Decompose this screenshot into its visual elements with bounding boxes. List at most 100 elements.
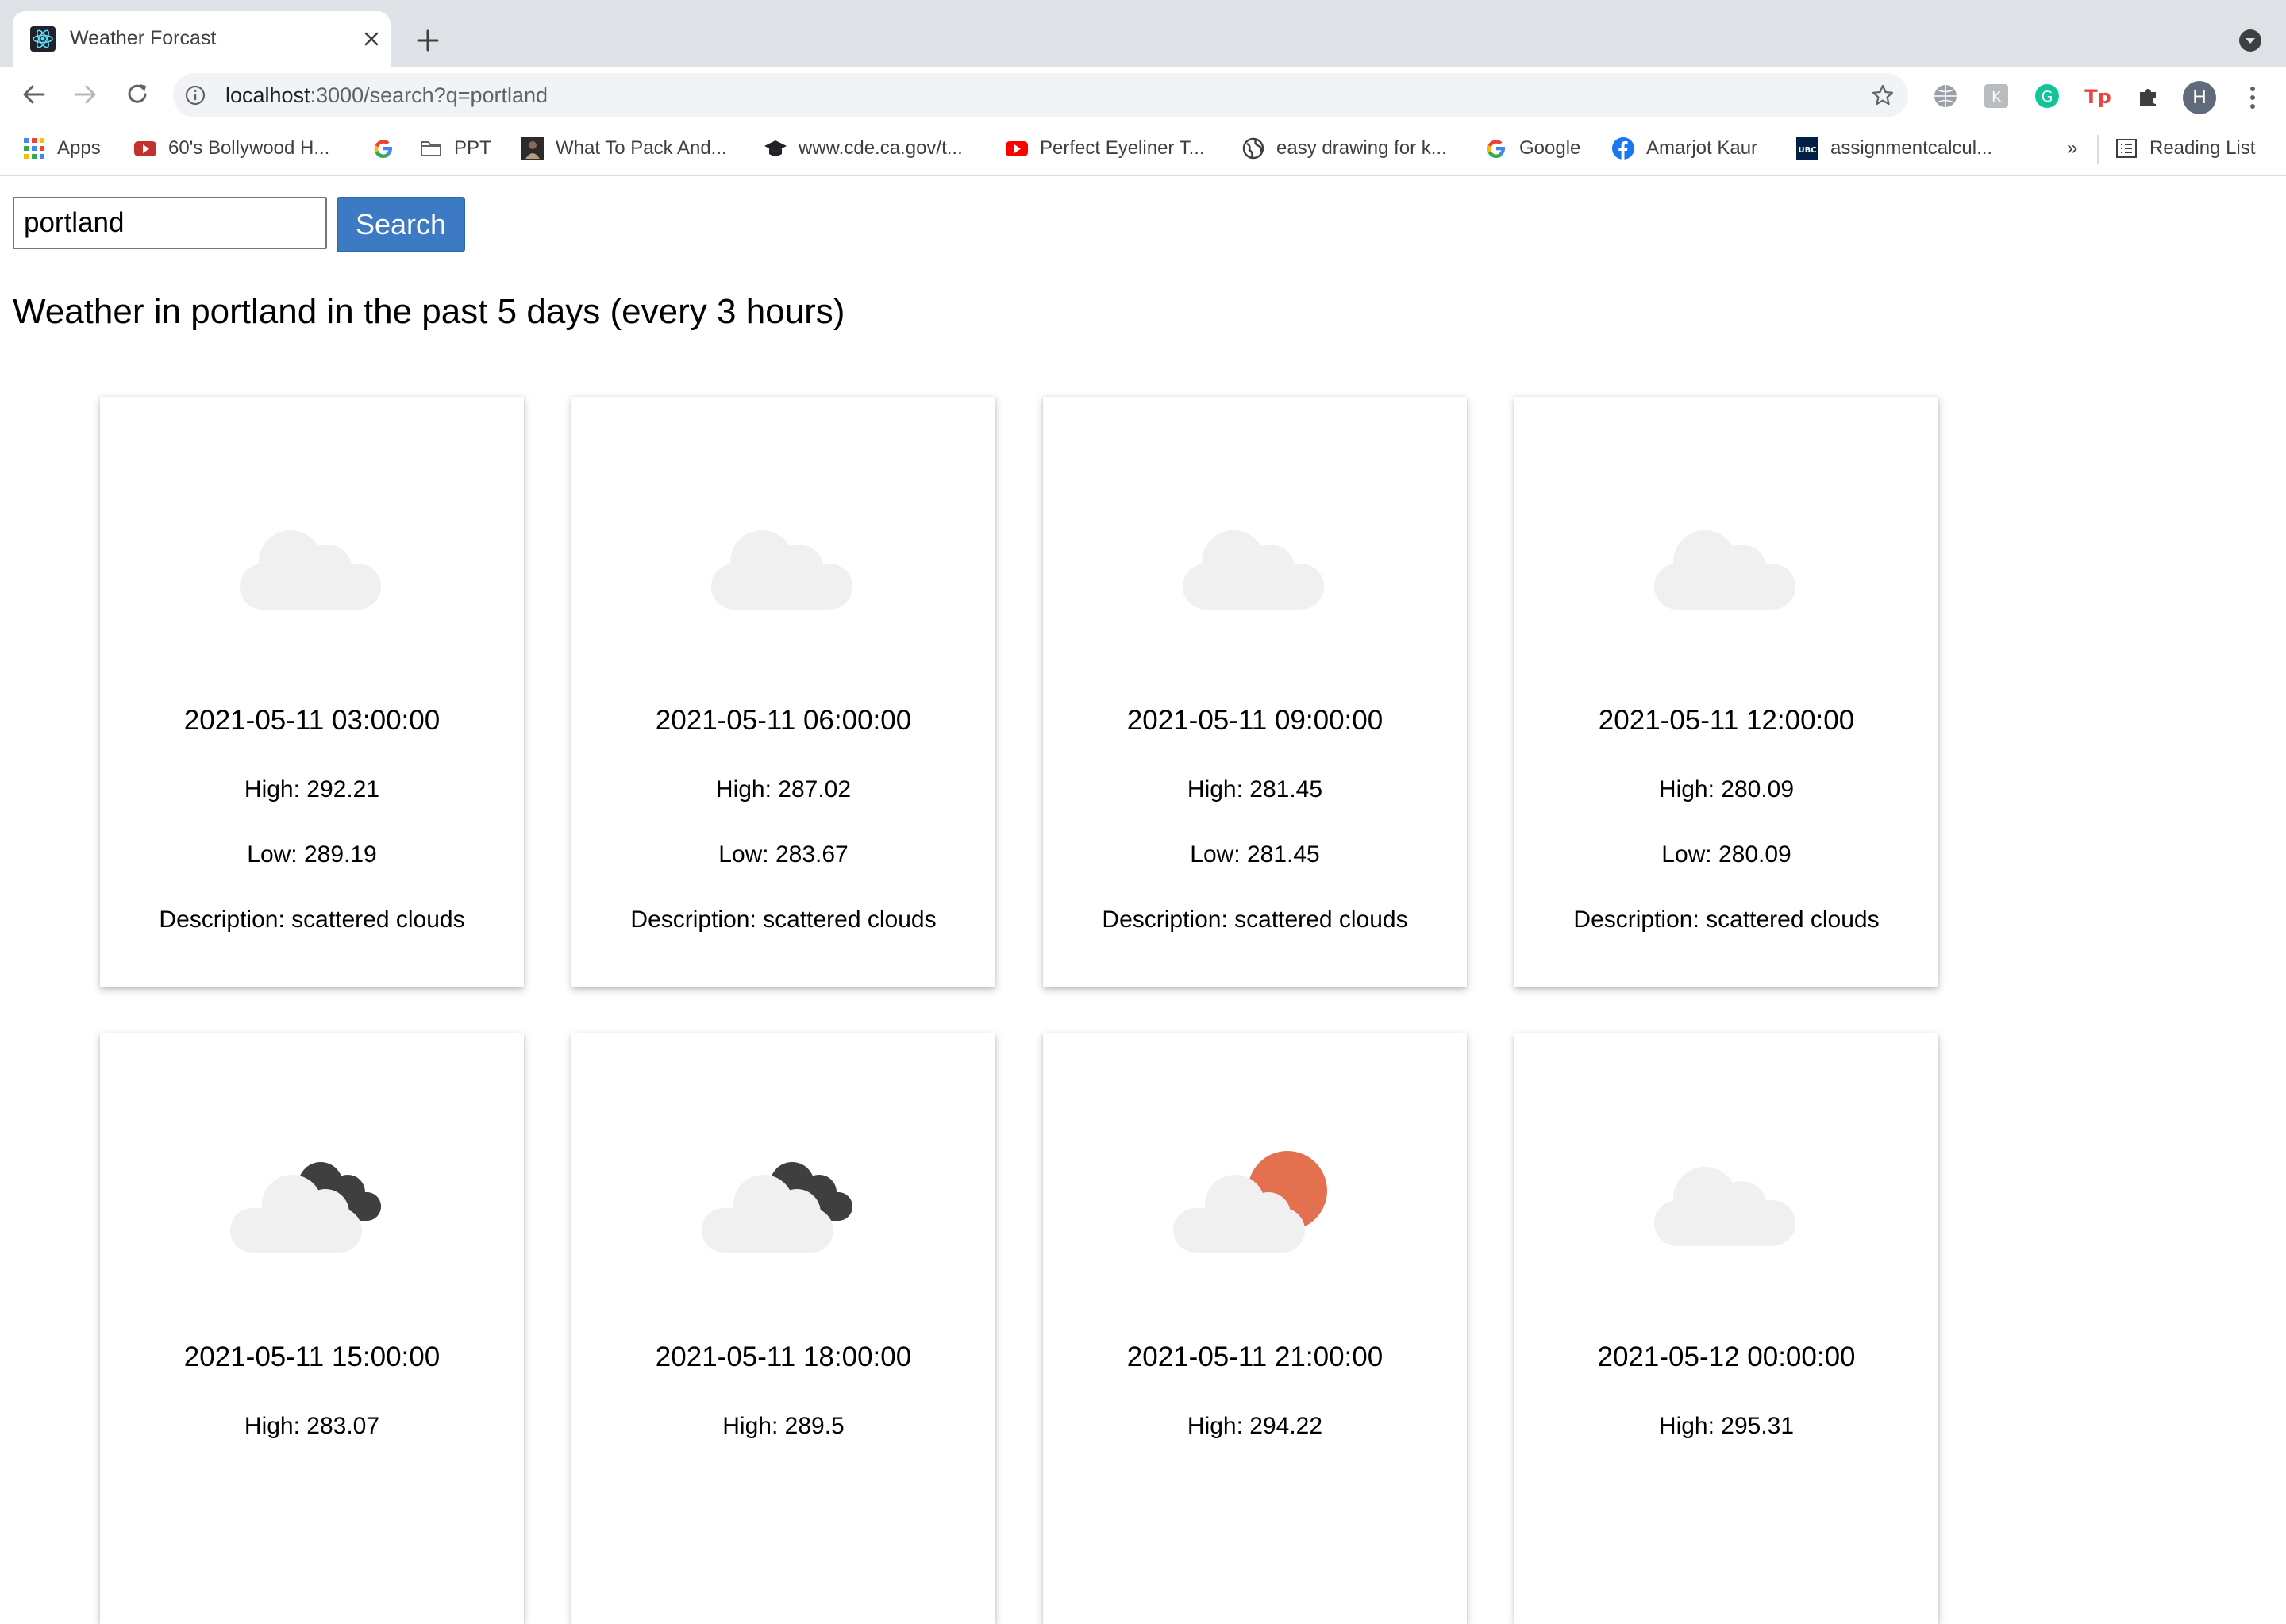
bookmarks-divider xyxy=(2097,135,2099,164)
tab-search-icon[interactable] xyxy=(2237,27,2264,54)
bookmark-easy-drawing[interactable]: easy drawing for k... xyxy=(1241,122,1447,175)
bookmark-google[interactable] xyxy=(371,122,406,175)
cloud-sun-icon xyxy=(1173,1151,1327,1253)
cloud-icon xyxy=(1654,530,1795,610)
forecast-time: 2021-05-11 21:00:00 xyxy=(1126,1341,1384,1372)
search-button[interactable]: Search xyxy=(337,197,465,252)
search-input[interactable] xyxy=(13,197,327,249)
react-favicon-icon xyxy=(30,26,56,52)
extensions-puzzle-icon[interactable] xyxy=(2135,83,2162,110)
bookmarks-bar: Apps 60's Bollywood H... PPT What To Pac… xyxy=(0,122,2286,176)
bookmark-what-to-pack[interactable]: What To Pack And... xyxy=(521,122,727,175)
globe-icon xyxy=(1242,137,1264,160)
forward-arrow-icon[interactable] xyxy=(68,78,102,111)
google-icon xyxy=(374,140,392,158)
bookmark-cde[interactable]: www.cde.ca.gov/t... xyxy=(764,122,963,175)
profile-avatar[interactable]: H xyxy=(2183,81,2216,114)
svg-text:G: G xyxy=(2042,88,2053,106)
bookmark-label: www.cde.ca.gov/t... xyxy=(799,137,963,159)
site-info-icon[interactable] xyxy=(184,84,206,106)
new-tab-icon[interactable] xyxy=(411,24,444,57)
bookmarks-overflow-button[interactable]: » xyxy=(2067,122,2077,175)
bookmark-label: Google xyxy=(1519,137,1581,159)
bookmark-label: Amarjot Kaur xyxy=(1646,137,1758,159)
graduation-cap-icon xyxy=(764,140,787,156)
forecast-card: 2021-05-11 12:00:00 High: 280.09 Low: 28… xyxy=(1514,397,1938,987)
folder-icon xyxy=(421,141,441,156)
google-icon xyxy=(1487,140,1505,158)
bookmark-apps[interactable]: Apps xyxy=(22,122,101,175)
grammarly-icon[interactable]: G xyxy=(2034,83,2061,110)
forecast-description: Description: scattered clouds xyxy=(159,906,465,933)
bookmark-google-2[interactable]: Google xyxy=(1484,122,1580,175)
forecast-high: High: 292.21 xyxy=(244,776,380,802)
forecast-low: Low: 283.67 xyxy=(718,841,849,868)
bookmark-ppt[interactable]: PPT xyxy=(419,122,491,175)
url-path: :3000/search?q=portland xyxy=(310,83,548,107)
bookmark-label: easy drawing for k... xyxy=(1276,137,1447,159)
forecast-time: 2021-05-11 18:00:00 xyxy=(655,1341,912,1372)
forecast-card: 2021-05-11 15:00:00 High: 283.07 xyxy=(100,1033,524,1624)
forecast-low: Low: 281.45 xyxy=(1190,841,1320,868)
forecast-description: Description: scattered clouds xyxy=(630,906,937,933)
bookmark-assignment-calculator[interactable]: UBC assignmentcalcul... xyxy=(1795,122,1992,175)
bookmark-star-icon[interactable] xyxy=(1870,83,1895,108)
address-bar[interactable]: localhost:3000/search?q=portland xyxy=(173,73,1908,117)
bookmark-label: What To Pack And... xyxy=(556,137,727,159)
reading-list-button[interactable]: Reading List xyxy=(2115,122,2255,175)
url-host: localhost xyxy=(225,83,310,107)
close-tab-icon[interactable] xyxy=(359,26,384,52)
forecast-card: 2021-05-11 18:00:00 High: 289.5 xyxy=(572,1033,995,1624)
reload-icon[interactable] xyxy=(121,78,154,111)
svg-text:K: K xyxy=(1992,89,2002,106)
cloud-icon xyxy=(1183,530,1324,610)
reading-list-label: Reading List xyxy=(2149,137,2256,159)
cloud-icon xyxy=(240,530,381,610)
apps-grid-icon xyxy=(24,138,44,159)
forecast-card: 2021-05-11 06:00:00 High: 287.02 Low: 28… xyxy=(572,397,995,987)
back-arrow-icon[interactable] xyxy=(17,78,51,111)
more-menu-icon[interactable] xyxy=(2240,81,2265,114)
browser-toolbar: localhost:3000/search?q=portland K G Tp … xyxy=(0,67,2286,122)
forecast-card: 2021-05-11 03:00:00 High: 292.21 Low: 28… xyxy=(100,397,524,987)
svg-text:UBC: UBC xyxy=(1798,146,1816,155)
cloud-icon xyxy=(1654,1167,1795,1246)
bookmark-label: assignmentcalcul... xyxy=(1830,137,1993,159)
forecast-description: Description: scattered clouds xyxy=(1102,906,1408,933)
forecast-high: High: 287.02 xyxy=(715,776,852,802)
tp-extension-icon[interactable]: Tp xyxy=(2084,83,2111,110)
forecast-high: High: 283.07 xyxy=(244,1413,380,1439)
forecast-time: 2021-05-11 09:00:00 xyxy=(1126,705,1384,736)
bookmark-label: 60's Bollywood H... xyxy=(168,137,330,159)
broken-clouds-icon xyxy=(230,1162,381,1253)
bookmark-label: PPT xyxy=(454,137,491,159)
youtube-icon xyxy=(1006,141,1028,156)
bookmark-eyeliner[interactable]: Perfect Eyeliner T... xyxy=(1005,122,1205,175)
forecast-high: High: 289.5 xyxy=(722,1413,845,1439)
forecast-card: 2021-05-11 09:00:00 High: 281.45 Low: 28… xyxy=(1043,397,1467,987)
reading-list-icon xyxy=(2116,139,2137,158)
facebook-icon xyxy=(1612,137,1634,160)
forecast-time: 2021-05-11 06:00:00 xyxy=(655,705,912,736)
forecast-high: High: 281.45 xyxy=(1187,776,1323,802)
cloud-icon xyxy=(711,530,852,610)
url-text: localhost:3000/search?q=portland xyxy=(225,83,548,108)
bookmark-bollywood[interactable]: 60's Bollywood H... xyxy=(133,122,329,175)
translate-extension-icon[interactable]: K xyxy=(1983,83,2010,110)
bookmark-amarjot[interactable]: Amarjot Kaur xyxy=(1611,122,1757,175)
bookmark-label: Apps xyxy=(57,137,101,159)
forecast-high: High: 280.09 xyxy=(1658,776,1795,802)
globe-extension-icon[interactable] xyxy=(1932,83,1959,110)
forecast-high: High: 295.31 xyxy=(1658,1413,1795,1439)
svg-text:Tp: Tp xyxy=(2084,86,2111,108)
browser-tab[interactable]: Weather Forcast xyxy=(13,11,391,67)
forecast-time: 2021-05-11 12:00:00 xyxy=(1598,705,1855,736)
forecast-time: 2021-05-11 15:00:00 xyxy=(183,1341,441,1372)
ubc-icon: UBC xyxy=(1796,137,1818,160)
forecast-description: Description: scattered clouds xyxy=(1573,906,1880,933)
tab-strip: Weather Forcast xyxy=(0,0,2286,67)
forecast-high: High: 294.22 xyxy=(1187,1413,1323,1439)
overflow-chevron-icon: » xyxy=(2067,137,2078,159)
site-icon xyxy=(521,137,544,160)
youtube-icon xyxy=(134,141,156,156)
